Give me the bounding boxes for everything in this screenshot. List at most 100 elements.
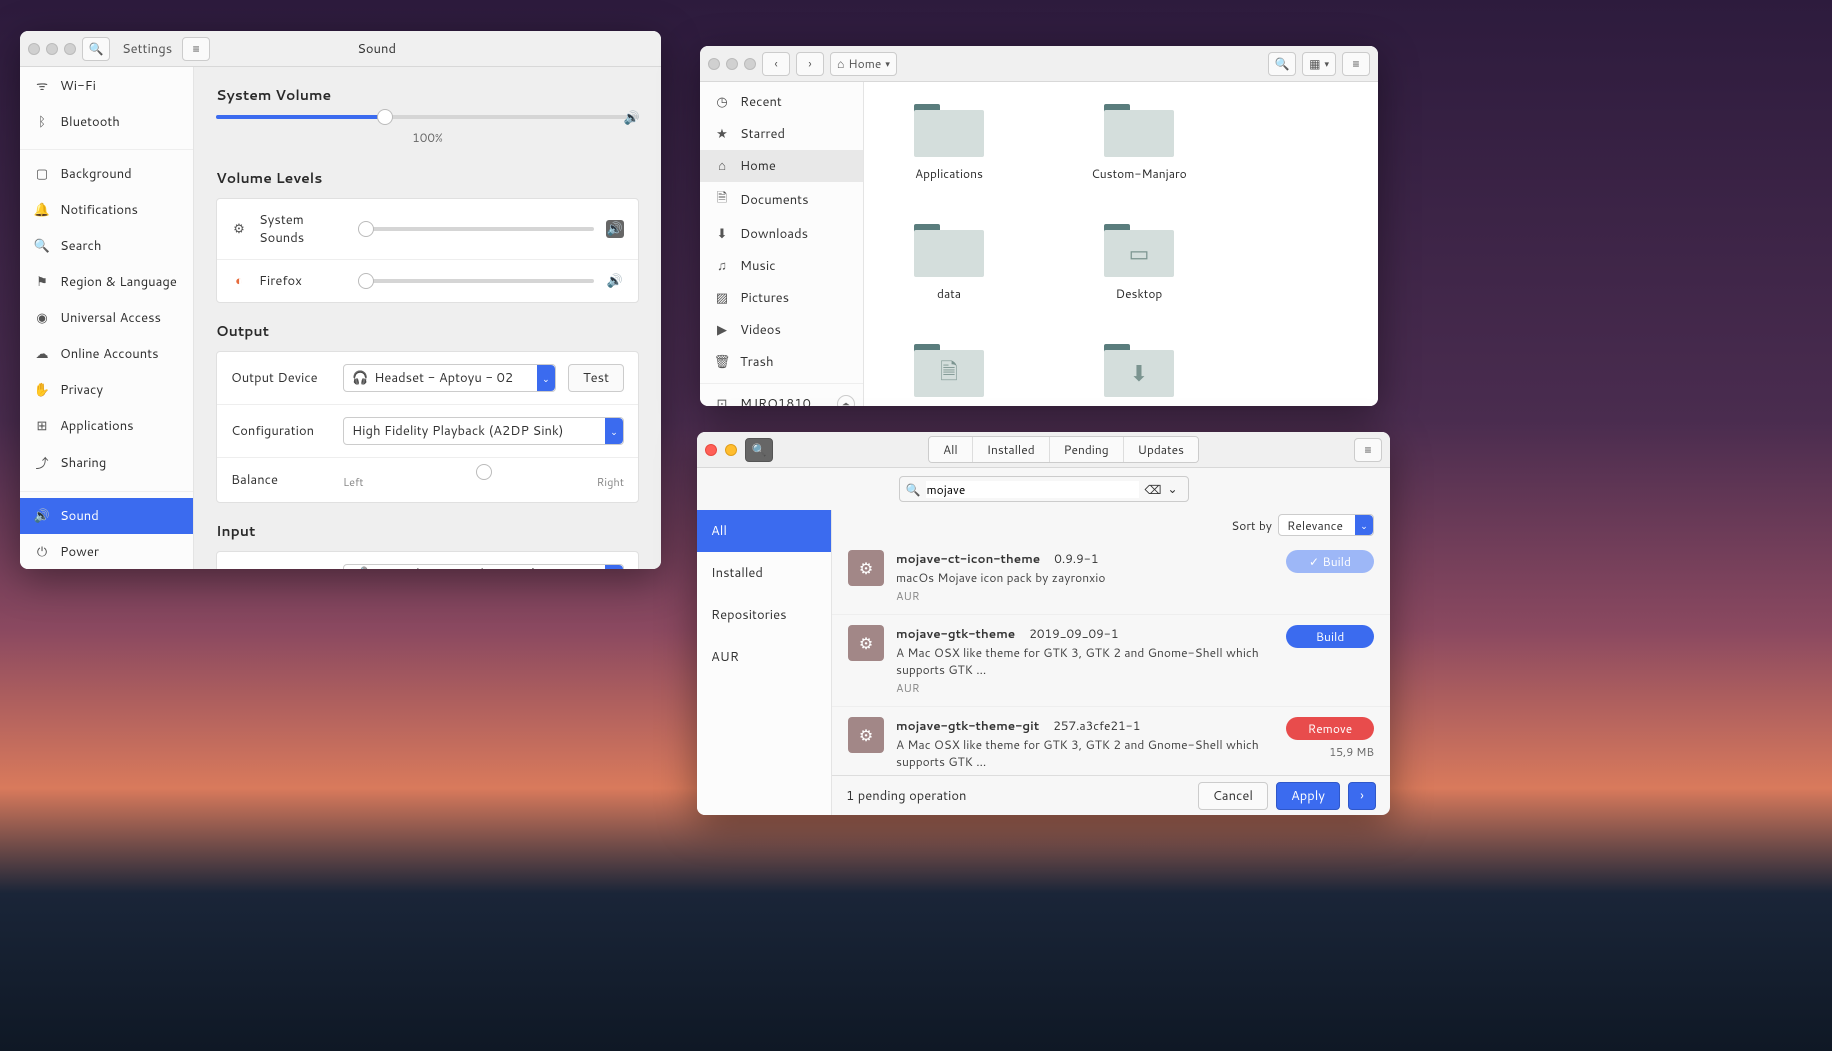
folder-label: Applications bbox=[915, 165, 983, 182]
chevron-down-icon: ▾ bbox=[885, 57, 890, 70]
sidebar-item-label: Starred bbox=[740, 125, 785, 143]
files-sidebar-pictures[interactable]: ▨Pictures bbox=[700, 282, 863, 314]
package-action-button[interactable]: ✓ Build bbox=[1286, 550, 1374, 573]
apply-button[interactable]: Apply bbox=[1276, 782, 1340, 810]
tab-all[interactable]: All bbox=[929, 437, 973, 462]
hamburger-button[interactable]: ≡ bbox=[1354, 438, 1382, 462]
sidebar-item-background[interactable]: ▢Background bbox=[20, 156, 193, 192]
app-volume-row: ◐ Firefox 🔊 bbox=[217, 260, 638, 302]
files-titlebar: ‹ › ⌂ Home ▾ 🔍 ▦ ▾ ≡ bbox=[700, 46, 1378, 82]
package-row[interactable]: ⚙ mojave-gtk-theme-git257.a3cfe21-1 A Ma… bbox=[832, 707, 1390, 775]
sidebar-item-universal-access[interactable]: ◉Universal Access bbox=[20, 300, 193, 336]
output-device-label: Output Device bbox=[231, 369, 331, 387]
sidebar-item-wi-fi[interactable]: ᯤWi-Fi bbox=[20, 67, 193, 104]
package-row[interactable]: ⚙ mojave-gtk-theme2019_09_09-1 A Mac OSX… bbox=[832, 615, 1390, 707]
files-sidebar-trash[interactable]: 🗑Trash bbox=[700, 346, 863, 378]
details-button[interactable]: › bbox=[1348, 782, 1376, 810]
output-device-select[interactable]: 🎧 Headset - Aptoyu - 02 ⌄ bbox=[343, 364, 556, 392]
folder-applications[interactable]: Applications bbox=[894, 102, 1004, 182]
sidebar-item-region-language[interactable]: ⚑Region & Language bbox=[20, 264, 193, 300]
window-min-icon[interactable] bbox=[725, 444, 737, 456]
sidebar-item-bluetooth[interactable]: ᛒ Bluetooth bbox=[20, 104, 193, 140]
sidebar-item-sound[interactable]: 🔊Sound bbox=[20, 498, 193, 534]
files-sidebar-recent[interactable]: ◷Recent bbox=[700, 86, 863, 118]
files-sidebar-downloads[interactable]: ⬇Downloads bbox=[700, 218, 863, 250]
files-sidebar-music[interactable]: ♫Music bbox=[700, 250, 863, 282]
pamac-side-installed[interactable]: Installed bbox=[697, 552, 831, 594]
sort-select[interactable]: Relevance ⌄ bbox=[1278, 514, 1374, 536]
speaker-muted-icon[interactable]: 🔊 bbox=[606, 220, 624, 238]
sidebar-item-label: Power bbox=[60, 543, 99, 561]
app-name: System Sounds bbox=[259, 211, 349, 247]
window-close-icon[interactable] bbox=[708, 58, 720, 70]
window-max-icon[interactable] bbox=[744, 58, 756, 70]
window-min-icon[interactable] bbox=[46, 43, 58, 55]
folder-data[interactable]: data bbox=[894, 222, 1004, 302]
configuration-label: Configuration bbox=[231, 422, 331, 440]
configuration-select[interactable]: High Fidelity Playback (A2DP Sink) ⌄ bbox=[343, 417, 624, 445]
folder-label: Desktop bbox=[1116, 285, 1163, 302]
folder-icon: ⬇ bbox=[1104, 342, 1174, 397]
hamburger-button[interactable]: ≡ bbox=[1342, 52, 1370, 76]
view-mode-button[interactable]: ▦ ▾ bbox=[1302, 52, 1336, 76]
files-sidebar-starred[interactable]: ★Starred bbox=[700, 118, 863, 150]
forward-button[interactable]: › bbox=[796, 52, 824, 76]
pamac-side-all[interactable]: All bbox=[697, 510, 831, 552]
app-volume-slider[interactable] bbox=[361, 279, 594, 283]
files-content[interactable]: Applications Custom-Manjaro data ▭Desktop 🗎D… bbox=[864, 82, 1378, 406]
test-button[interactable]: Test bbox=[568, 364, 624, 392]
files-sidebar-documents[interactable]: 🗎Documents bbox=[700, 182, 863, 218]
sidebar-item-online-accounts[interactable]: ☁Online Accounts bbox=[20, 336, 193, 372]
system-volume-slider[interactable] bbox=[216, 115, 639, 119]
bg-icon: ▢ bbox=[34, 165, 50, 183]
sidebar-item-search[interactable]: 🔍Search bbox=[20, 228, 193, 264]
package-action-button[interactable]: Build bbox=[1286, 625, 1374, 648]
microphone-icon: 🎤 bbox=[352, 565, 368, 569]
tab-installed[interactable]: Installed bbox=[973, 437, 1050, 462]
search-input[interactable] bbox=[926, 481, 1138, 498]
sidebar-item-notifications[interactable]: 🔔Notifications bbox=[20, 192, 193, 228]
window-max-icon[interactable] bbox=[64, 43, 76, 55]
search-button[interactable]: 🔍 bbox=[82, 37, 110, 61]
search-toggle-button[interactable]: 🔍 bbox=[745, 438, 773, 462]
app-volume-slider[interactable] bbox=[361, 227, 594, 231]
breadcrumb-home[interactable]: ⌂ Home ▾ bbox=[830, 52, 897, 76]
chevron-down-icon[interactable]: ⌄ bbox=[1168, 480, 1182, 498]
search-button[interactable]: 🔍 bbox=[1268, 52, 1296, 76]
window-close-icon[interactable] bbox=[28, 43, 40, 55]
sidebar-item-applications[interactable]: ⊞Applications bbox=[20, 408, 193, 444]
sidebar-item-power[interactable]: ⏻Power bbox=[20, 534, 193, 569]
folder-downloads[interactable]: ⬇Downloads bbox=[1084, 342, 1194, 406]
package-list[interactable]: ⚙ mojave-ct-icon-theme0.9.9-1 macOs Moja… bbox=[832, 540, 1390, 775]
window-close-icon[interactable] bbox=[705, 444, 717, 456]
sidebar-item-label: Bluetooth bbox=[60, 113, 120, 131]
tab-updates[interactable]: Updates bbox=[1124, 437, 1198, 462]
files-sidebar-home[interactable]: ⌂Home bbox=[700, 150, 863, 182]
cancel-button[interactable]: Cancel bbox=[1198, 782, 1268, 810]
eject-icon[interactable]: ⏏ bbox=[837, 395, 855, 406]
back-button[interactable]: ‹ bbox=[762, 52, 790, 76]
package-icon: ⚙ bbox=[848, 550, 884, 586]
clear-icon[interactable]: ⌫ bbox=[1145, 481, 1162, 498]
hamburger-button[interactable]: ≡ bbox=[182, 37, 210, 61]
balance-label: Balance bbox=[231, 471, 331, 489]
files-sidebar-mjro1810[interactable]: ⊡MJRO1810⏏ bbox=[700, 388, 863, 406]
pamac-side-repositories[interactable]: Repositories bbox=[697, 594, 831, 636]
speaker-icon[interactable]: 🔊 bbox=[606, 272, 624, 290]
folder-documents[interactable]: 🗎Documents bbox=[894, 342, 1004, 406]
search-field[interactable]: 🔍 ⌫ ⌄ bbox=[899, 476, 1189, 502]
package-action-button[interactable]: Remove bbox=[1286, 717, 1374, 740]
package-row[interactable]: ⚙ mojave-ct-icon-theme0.9.9-1 macOs Moja… bbox=[832, 540, 1390, 615]
window-min-icon[interactable] bbox=[726, 58, 738, 70]
folder-icon bbox=[1104, 102, 1174, 157]
sidebar-item-privacy[interactable]: ✋Privacy bbox=[20, 372, 193, 408]
settings-content[interactable]: System Volume 100% 🔊 Volume Levels ⚙ Sys… bbox=[194, 67, 661, 569]
sidebar-item-sharing[interactable]: ⤴Sharing bbox=[20, 444, 193, 482]
pamac-side-aur[interactable]: AUR bbox=[697, 636, 831, 678]
files-sidebar-videos[interactable]: ▶Videos bbox=[700, 314, 863, 346]
tab-pending[interactable]: Pending bbox=[1050, 437, 1124, 462]
folder-desktop[interactable]: ▭Desktop bbox=[1084, 222, 1194, 302]
folder-custom-manjaro[interactable]: Custom-Manjaro bbox=[1084, 102, 1194, 182]
bt-icon: ᛒ bbox=[34, 113, 50, 131]
input-device-select[interactable]: 🎤 Microphone - Built-in Audio ⌄ bbox=[343, 564, 624, 569]
